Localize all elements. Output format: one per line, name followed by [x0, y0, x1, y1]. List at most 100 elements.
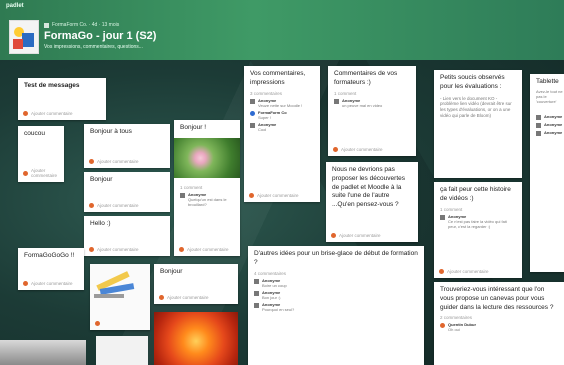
post-title: Nous ne devrions pas proposer les découv… [332, 166, 405, 209]
post-card[interactable]: Trouveriez-vous intéressant que l'on vou… [434, 282, 564, 365]
post-card[interactable]: coucou Ajouter commentaire [18, 126, 64, 182]
comment-count: 1 comment [180, 185, 203, 190]
brand-logo[interactable]: padlet [6, 3, 24, 9]
add-comment-button[interactable]: Ajouter commentaire [23, 168, 64, 178]
comment-count: 1 comment [334, 90, 357, 96]
post-card[interactable]: Petits soucis observés pour les évaluati… [434, 70, 522, 178]
user-icon [536, 115, 541, 121]
post-body: Avez-le tout ne pas le 'couverture' [536, 88, 563, 105]
add-comment-button[interactable]: Ajouter commentaire [439, 269, 489, 274]
post-card[interactable]: FormaGoGoGo !! Ajouter commentaire [18, 248, 84, 290]
post-card[interactable]: ça fait peur cette histoire de vidéos :)… [434, 182, 522, 278]
add-comment-button[interactable]: Ajouter commentaire [331, 233, 381, 238]
comment: Anonyme Cool [250, 122, 314, 132]
comment-icon [333, 147, 338, 152]
comment-count: 3 commentaires [250, 90, 283, 96]
comment: Anonyme [536, 122, 564, 129]
post-title: Bonjour [160, 268, 183, 275]
comment: Anonyme [536, 114, 564, 121]
add-comment-button[interactable]: Ajouter commentaire [89, 159, 139, 164]
comment-icon [23, 111, 28, 116]
comment-icon [23, 170, 28, 176]
user-icon [180, 193, 185, 198]
user-icon [334, 98, 339, 104]
post-card[interactable]: Test de messages Ajouter commentaire [18, 78, 106, 120]
comment: Anonyme Pourquoi en seul? [254, 302, 418, 312]
comment: Anonyme [536, 130, 564, 137]
owner-icon [44, 22, 49, 28]
user-icon [254, 303, 259, 309]
add-comment-button[interactable]: Ajouter commentaire [179, 247, 229, 252]
post-card[interactable]: Hello :) Ajouter commentaire [84, 216, 170, 256]
comment: FormaForm Co Super ! [250, 110, 314, 120]
post-title: Bonjour à tous [90, 128, 132, 135]
post-card[interactable]: Vos commentaires, impressions 3 commenta… [244, 66, 320, 202]
comment-icon [331, 233, 336, 238]
post-image [174, 138, 240, 178]
comment-count: 2 commentaires [440, 315, 473, 321]
padlet-avatar [9, 20, 39, 54]
comment-icon [89, 159, 94, 164]
comment: Anonyme Bon jour :) [254, 290, 418, 300]
post-title: FormaGoGoGo !! [24, 252, 75, 259]
page-subtitle: Vos impressions, commentaires, questions… [44, 44, 143, 50]
add-comment-button[interactable]: Ajouter commentaire [249, 193, 299, 198]
post-title: Trouveriez-vous intéressant que l'on vou… [440, 286, 554, 311]
comment-icon [439, 269, 444, 274]
comment: Anonyme Veuze nette sur Moodle ! [250, 98, 314, 108]
post-title: Vos commentaires, impressions [250, 70, 306, 86]
comment-icon [89, 203, 94, 208]
add-comment-button[interactable]: Ajouter commentaire [333, 147, 383, 152]
flower-image[interactable] [154, 312, 238, 365]
post-title: Bonjour [90, 176, 113, 183]
post-card[interactable]: Bonjour ! 1 comment Anonyme Quelqu'un est… [174, 120, 240, 256]
post-title: Bonjour ! [180, 124, 207, 131]
user-icon [254, 290, 259, 296]
header-bar: padlet FormaForm Co. · 4d · 13 mois Form… [0, 0, 564, 60]
comment-icon [23, 281, 28, 286]
comment: Anonyme un peuve mal en video [334, 98, 410, 108]
breadcrumb: FormaForm Co. · 4d · 13 mois [44, 22, 119, 28]
post-card[interactable] [90, 264, 150, 330]
comment-icon [179, 247, 184, 252]
post-card[interactable]: D'autres idées pour un brise-glace de dé… [248, 246, 424, 365]
post-title: Petits soucis observés pour les évaluati… [440, 74, 505, 90]
post-title: Hello :) [90, 220, 111, 227]
post-card[interactable]: Nous ne devrions pas proposer les découv… [326, 162, 418, 242]
comment-icon [249, 193, 254, 198]
user-icon [536, 123, 541, 129]
post-card[interactable]: Tablette Avez-le tout ne pas le 'couvert… [530, 74, 564, 272]
post-card[interactable]: Commentaires de vos formateurs :) 1 comm… [328, 66, 416, 156]
post-image[interactable] [0, 340, 86, 365]
comment-icon [95, 321, 100, 326]
comment: Anonyme Quelqu'un est dans le brouillard? [180, 192, 234, 208]
post-card[interactable]: Bonjour Ajouter commentaire [84, 172, 170, 212]
add-comment-button[interactable]: Ajouter commentaire [23, 111, 73, 116]
post-title: Tablette [536, 78, 559, 85]
comment-icon [159, 295, 164, 300]
user-icon [254, 278, 259, 284]
post-card[interactable]: Bonjour à tous Ajouter commentaire [84, 124, 170, 168]
add-comment-button[interactable]: Ajouter commentaire [89, 203, 139, 208]
add-comment-button[interactable]: Ajouter commentaire [89, 247, 139, 252]
post-card[interactable]: Bonjour Ajouter commentaire [154, 264, 238, 304]
add-comment-button[interactable] [95, 321, 100, 326]
add-comment-button[interactable]: Ajouter commentaire [159, 295, 209, 300]
post-title: coucou [24, 130, 45, 137]
user-icon [536, 131, 541, 137]
comment-count: 1 comment [440, 206, 463, 212]
post-title: ça fait peur cette histoire de vidéos :) [440, 186, 511, 202]
post-title: Test de messages [24, 82, 80, 89]
post-image[interactable] [96, 336, 148, 365]
post-body: - Lien vers le document KO - problème li… [440, 95, 512, 119]
add-comment-button[interactable]: Ajouter commentaire [23, 281, 73, 286]
comment: Anonyme Boire un coup [254, 278, 418, 288]
user-icon [440, 323, 445, 329]
post-title: D'autres idées pour un brise-glace de dé… [254, 250, 418, 266]
comment: Quentin Dubur Oh oui [440, 322, 558, 332]
user-icon [440, 214, 445, 220]
comment-count: 4 commentaires [254, 270, 287, 276]
user-icon [250, 98, 255, 104]
user-icon [250, 110, 255, 116]
page-title: FormaGo - jour 1 (S2) [44, 30, 157, 42]
